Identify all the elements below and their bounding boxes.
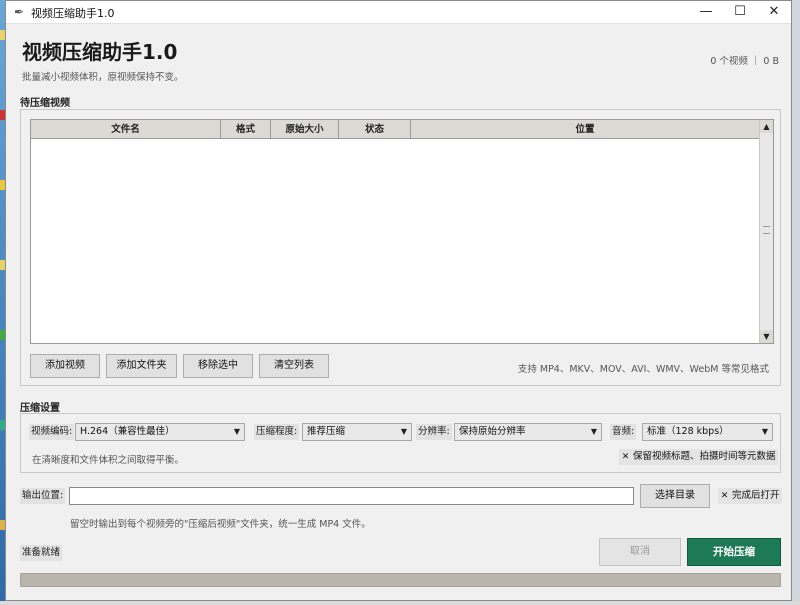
cancel-button[interactable]: 取消 [599,538,681,566]
codec-value: H.264（兼容性最佳） [80,426,175,437]
title-bar: ✒ 视频压缩助手1.0 — ☐ ✕ [6,1,791,24]
table-scrollbar[interactable]: ▲ ▼ [759,120,773,343]
keep-metadata-label: 保留视频标题、拍摄时间等元数据 [633,451,776,462]
video-table[interactable]: 文件名 格式 原始大小 状态 位置 ▲ ▼ [30,119,774,344]
col-status[interactable]: 状态 [339,120,411,139]
output-label: 输出位置: [20,488,66,504]
checkbox-checked-icon: ✕ [621,452,630,462]
col-filename[interactable]: 文件名 [31,120,221,139]
settings-section-label: 压缩设置 [20,403,60,414]
start-compress-button[interactable]: 开始压缩 [687,538,781,566]
scroll-up-icon[interactable]: ▲ [760,120,773,133]
col-original-size[interactable]: 原始大小 [271,120,339,139]
checkbox-checked-icon: ✕ [720,491,729,501]
open-after-label: 完成后打开 [732,490,780,501]
codec-select[interactable]: H.264（兼容性最佳） ▼ [75,423,245,441]
balance-hint: 在清晰度和文件体积之间取得平衡。 [32,455,185,466]
audio-select[interactable]: 标准（128 kbps） ▼ [642,423,773,441]
add-video-button[interactable]: 添加视频 [30,354,100,378]
level-value: 推荐压缩 [307,426,346,437]
resolution-label: 分辨率: [416,424,452,440]
output-path-input[interactable] [69,487,634,505]
table-header: 文件名 格式 原始大小 状态 位置 [31,120,760,139]
add-folder-button[interactable]: 添加文件夹 [106,354,177,378]
queue-section-label: 待压缩视频 [20,98,70,109]
output-hint: 留空时输出到每个视频旁的"压缩后视频"文件夹，统一生成 MP4 文件。 [70,519,371,530]
status-text: 准备就绪 [20,545,63,561]
clear-list-button[interactable]: 清空列表 [259,354,329,378]
audio-value: 标准（128 kbps） [647,426,729,437]
open-after-checkbox[interactable]: ✕ 完成后打开 [718,488,782,504]
close-button[interactable]: ✕ [757,1,791,23]
app-window: ✒ 视频压缩助手1.0 — ☐ ✕ 视频压缩助手1.0 批量减小视频体积，原视频… [5,0,792,601]
window-title: 视频压缩助手1.0 [31,7,115,20]
level-label: 压缩程度: [254,424,300,440]
scroll-grip [763,226,770,234]
chevron-down-icon: ▼ [233,427,241,436]
audio-label: 音频: [610,424,637,440]
main-content: 视频压缩助手1.0 批量减小视频体积，原视频保持不变。 0 个视频 ｜ 0 B … [6,24,791,600]
level-select[interactable]: 推荐压缩 ▼ [302,423,412,441]
col-format[interactable]: 格式 [221,120,271,139]
taskbar-strip [0,601,800,605]
col-location[interactable]: 位置 [411,120,760,139]
resolution-value: 保持原始分辨率 [459,426,526,437]
chevron-down-icon: ▼ [761,427,769,436]
app-title: 视频压缩助手1.0 [22,40,178,64]
feather-icon: ✒ [14,5,25,19]
chevron-down-icon: ▼ [590,427,598,436]
video-count: 0 个视频 ｜ 0 B [710,56,779,67]
app-subtitle: 批量减小视频体积，原视频保持不变。 [22,72,184,83]
remove-selected-button[interactable]: 移除选中 [183,354,253,378]
chevron-down-icon: ▼ [400,427,408,436]
scroll-down-icon[interactable]: ▼ [760,330,773,343]
maximize-button[interactable]: ☐ [723,1,757,23]
codec-label: 视频编码: [29,424,75,440]
choose-directory-button[interactable]: 选择目录 [640,484,710,508]
keep-metadata-checkbox[interactable]: ✕ 保留视频标题、拍摄时间等元数据 [619,449,778,465]
minimize-button[interactable]: — [689,1,723,23]
progress-bar [20,573,781,587]
resolution-select[interactable]: 保持原始分辨率 ▼ [454,423,602,441]
supported-formats-hint: 支持 MP4、MKV、MOV、AVI、WMV、WebM 等常见格式 [517,364,769,375]
